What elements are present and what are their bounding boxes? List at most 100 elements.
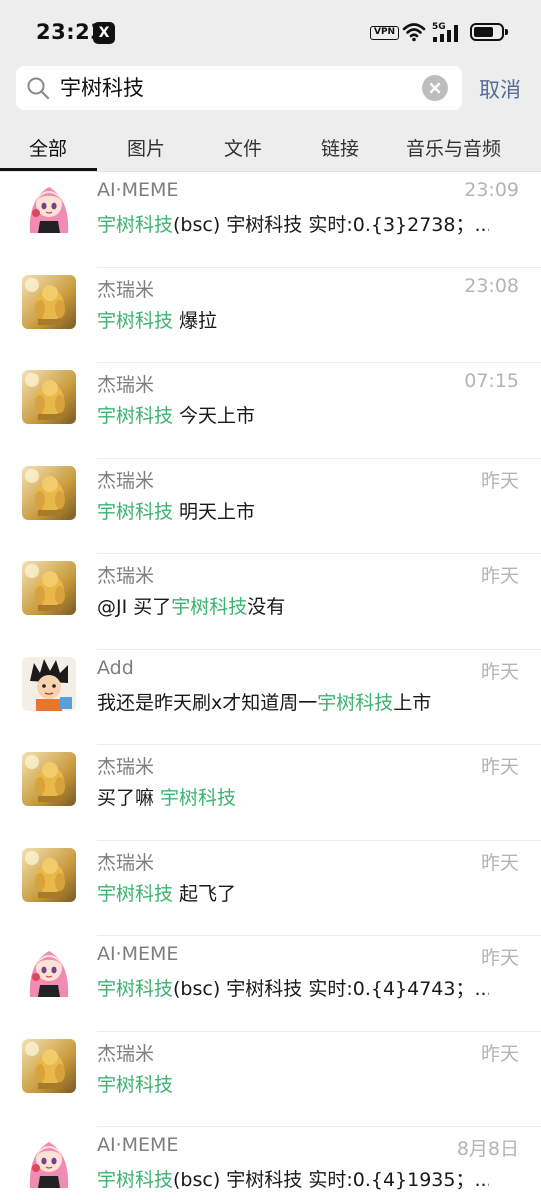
sender-name: 杰瑞米: [97, 469, 155, 492]
search-result-item[interactable]: 杰瑞米 昨天宇树科技 起飞了: [0, 841, 541, 936]
tab-files[interactable]: 文件: [224, 134, 262, 161]
message-time: 8月8日: [456, 1138, 519, 1160]
sender-name: AI·MEME: [97, 1134, 179, 1156]
snippet-suffix: 没有: [247, 596, 286, 618]
snippet-suffix: (bsc) 宇树科技 实时:0.{4}4743；...: [173, 978, 489, 1000]
sender-name: 杰瑞米: [97, 278, 155, 301]
active-tab-indicator: [0, 168, 97, 171]
message-snippet: 宇树科技(bsc) 宇树科技 实时:0.{3}2738；...: [97, 210, 489, 237]
search-highlight: 宇树科技: [97, 214, 174, 236]
message-snippet: 买了嘛 宇树科技: [97, 783, 489, 810]
search-highlight: 宇树科技: [97, 405, 174, 427]
network-type-label: 5G: [432, 22, 446, 32]
search-icon: [27, 77, 50, 100]
snippet-suffix: (bsc) 宇树科技 实时:0.{4}1935；...: [173, 1169, 489, 1191]
search-result-item[interactable]: AI·MEME 23:09 宇树科技(bsc) 宇树科技 实时:0.{3}2738；…: [0, 172, 541, 268]
golden-statue-avatar: [22, 752, 76, 806]
search-highlight: 宇树科技: [97, 882, 174, 905]
snippet-suffix: 明天上市: [173, 500, 256, 523]
wifi-icon: [402, 23, 426, 42]
anime-girl-avatar: [22, 943, 76, 997]
search-highlight: 宇树科技: [97, 978, 174, 1000]
message-time: 昨天: [480, 756, 519, 778]
snippet-prefix: @JI 买了: [97, 596, 172, 618]
message-snippet: 宇树科技(bsc) 宇树科技 实时:0.{4}1935；...: [97, 1165, 489, 1192]
message-time: 昨天: [480, 1042, 519, 1065]
tab-all[interactable]: 全部: [29, 134, 67, 161]
status-bar: 23:23 X VPN 5G: [0, 0, 541, 62]
search-highlight: 宇树科技: [160, 787, 237, 809]
clear-icon[interactable]: [422, 75, 448, 101]
search-result-item[interactable]: 杰瑞米 昨天买了嘛 宇树科技: [0, 745, 541, 841]
search-highlight: 宇树科技: [171, 596, 248, 618]
snippet-prefix: 我还是昨天刷x才知道周一: [97, 691, 318, 714]
tab-music-audio[interactable]: 音乐与音频: [406, 134, 501, 161]
vpn-icon: VPN: [370, 26, 400, 40]
cellular-signal-icon: 5G: [432, 22, 458, 42]
search-result-item[interactable]: AI·MEME 昨天宇树科技(bsc) 宇树科技 实时:0.{4}4743；...: [0, 936, 541, 1032]
sender-name: 杰瑞米: [97, 756, 155, 778]
search-highlight: 宇树科技: [97, 309, 174, 332]
message-snippet: 宇树科技 爆拉: [97, 306, 489, 333]
snippet-suffix: 爆拉: [173, 309, 218, 332]
header: 23:23 X VPN 5G 宇树科技 取消 全部 图片 文件 链接 音乐与音频: [0, 0, 541, 172]
golden-statue-avatar: [22, 465, 76, 520]
search-result-item[interactable]: 杰瑞米 昨天 @JI 买了宇树科技没有: [0, 554, 541, 650]
snippet-suffix: 上市: [393, 691, 432, 714]
sender-name: 杰瑞米: [97, 374, 155, 396]
sender-name: AI·MEME: [97, 179, 179, 201]
search-result-item[interactable]: 杰瑞米 昨天宇树科技 明天上市: [0, 459, 541, 554]
golden-statue-avatar: [22, 370, 76, 424]
snippet-suffix: (bsc) 宇树科技 实时:0.{3}2738；...: [173, 214, 489, 236]
message-snippet: 宇树科技 明天上市: [97, 497, 489, 524]
search-result-item[interactable]: 杰瑞米 昨天宇树科技: [0, 1032, 541, 1127]
search-result-item[interactable]: 杰瑞米 07:15 宇树科技 今天上市: [0, 363, 541, 459]
message-time: 23:09: [464, 179, 519, 201]
search-results-list: AI·MEME 23:09 宇树科技(bsc) 宇树科技 实时:0.{3}2738；…: [0, 172, 541, 1200]
search-input[interactable]: [60, 66, 420, 110]
search-box[interactable]: [16, 66, 462, 110]
sender-name: AI·MEME: [97, 943, 179, 965]
sender-name: Add: [97, 656, 134, 679]
sender-name: 杰瑞米: [97, 565, 155, 587]
message-snippet: @JI 买了宇树科技没有: [97, 592, 489, 619]
message-time: 昨天: [480, 660, 519, 683]
message-time: 07:15: [464, 370, 519, 392]
message-time: 昨天: [480, 947, 519, 969]
golden-statue-avatar: [22, 274, 76, 329]
message-time: 昨天: [480, 469, 519, 492]
search-highlight: 宇树科技: [317, 691, 394, 714]
message-time: 23:08: [464, 274, 519, 297]
tab-links[interactable]: 链接: [321, 134, 359, 161]
message-snippet: 宇树科技(bsc) 宇树科技 实时:0.{4}4743；...: [97, 974, 489, 1001]
search-highlight: 宇树科技: [97, 1073, 174, 1096]
golden-statue-avatar: [22, 847, 76, 902]
filter-tabs: 全部 图片 文件 链接 音乐与音频: [0, 118, 541, 172]
message-snippet: 宇树科技 今天上市: [97, 401, 489, 428]
cancel-button[interactable]: 取消: [479, 74, 521, 104]
message-time: 昨天: [480, 851, 519, 874]
snippet-prefix: 买了嘛: [97, 787, 161, 809]
sender-name: 杰瑞米: [97, 1042, 155, 1065]
search-highlight: 宇树科技: [97, 1169, 174, 1191]
search-result-item[interactable]: Add 昨天我还是昨天刷x才知道周一宇树科技上市: [0, 650, 541, 745]
battery-icon: [470, 23, 508, 41]
sender-name: 杰瑞米: [97, 851, 155, 874]
message-time: 昨天: [480, 565, 519, 587]
search-result-item[interactable]: 杰瑞米 23:08 宇树科技 爆拉: [0, 268, 541, 363]
cartoon-boy-avatar: [22, 656, 76, 711]
golden-statue-avatar: [22, 1038, 76, 1093]
anime-girl-avatar: [22, 1134, 76, 1188]
anime-girl-avatar: [22, 179, 76, 233]
search-bar: 取消: [0, 62, 541, 118]
snippet-suffix: 今天上市: [173, 405, 256, 427]
search-highlight: 宇树科技: [97, 500, 174, 523]
snippet-suffix: 起飞了: [173, 882, 237, 905]
tab-images[interactable]: 图片: [127, 134, 165, 161]
search-result-item[interactable]: AI·MEME 8月8日宇树科技(bsc) 宇树科技 实时:0.{4}1935；.…: [0, 1127, 541, 1200]
golden-statue-avatar: [22, 561, 76, 615]
message-snippet: 我还是昨天刷x才知道周一宇树科技上市: [97, 688, 489, 715]
x-app-icon: X: [93, 22, 115, 44]
message-snippet: 宇树科技 起飞了: [97, 879, 489, 906]
message-snippet: 宇树科技: [97, 1070, 489, 1097]
